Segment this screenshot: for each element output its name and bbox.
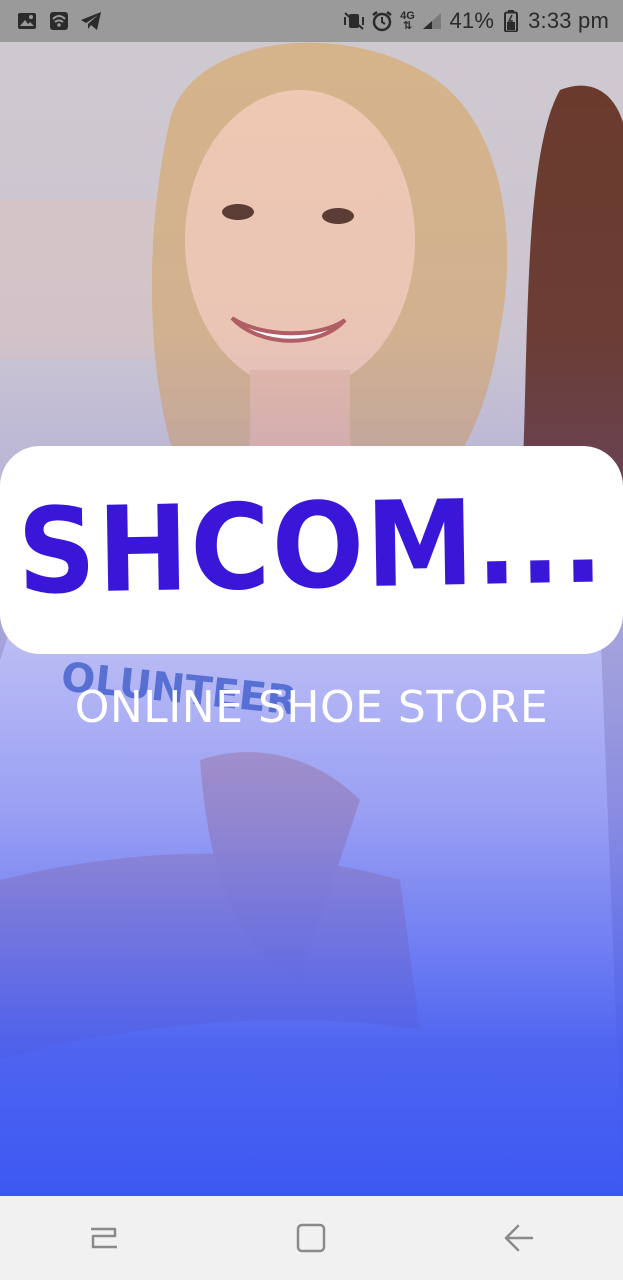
status-time: 3:33 pm [528, 8, 609, 33]
recent-apps-icon [90, 1227, 117, 1249]
image-icon [16, 10, 38, 32]
status-bar: 4G ⇅ 41% 3:33 pm [0, 0, 623, 42]
back-icon [504, 1224, 534, 1252]
logo-card: SHCOM... [0, 446, 623, 654]
recent-apps-button[interactable] [64, 1208, 144, 1268]
home-button[interactable] [271, 1208, 351, 1268]
status-right-icons: 4G ⇅ 41% 3:33 pm [343, 8, 609, 34]
telegram-icon [80, 10, 102, 32]
mute-vibrate-icon [343, 10, 365, 32]
signal-icon [421, 10, 443, 32]
status-left-icons [16, 10, 102, 32]
battery-icon [500, 10, 522, 32]
app-logo-text: SHCOM... [16, 471, 607, 621]
system-navigation-bar [0, 1196, 623, 1280]
network-4g-icon: 4G ⇅ [400, 10, 415, 32]
back-button[interactable] [479, 1208, 559, 1268]
wifi-hotspot-icon [48, 10, 70, 32]
splash-screen: OLUNTEER 4G⇅ 41 [0, 0, 623, 1280]
home-icon [297, 1223, 326, 1253]
battery-percent: 41% [449, 8, 495, 33]
alarm-icon [371, 10, 393, 32]
app-tagline: ONLINE SHOE STORE [74, 682, 549, 733]
